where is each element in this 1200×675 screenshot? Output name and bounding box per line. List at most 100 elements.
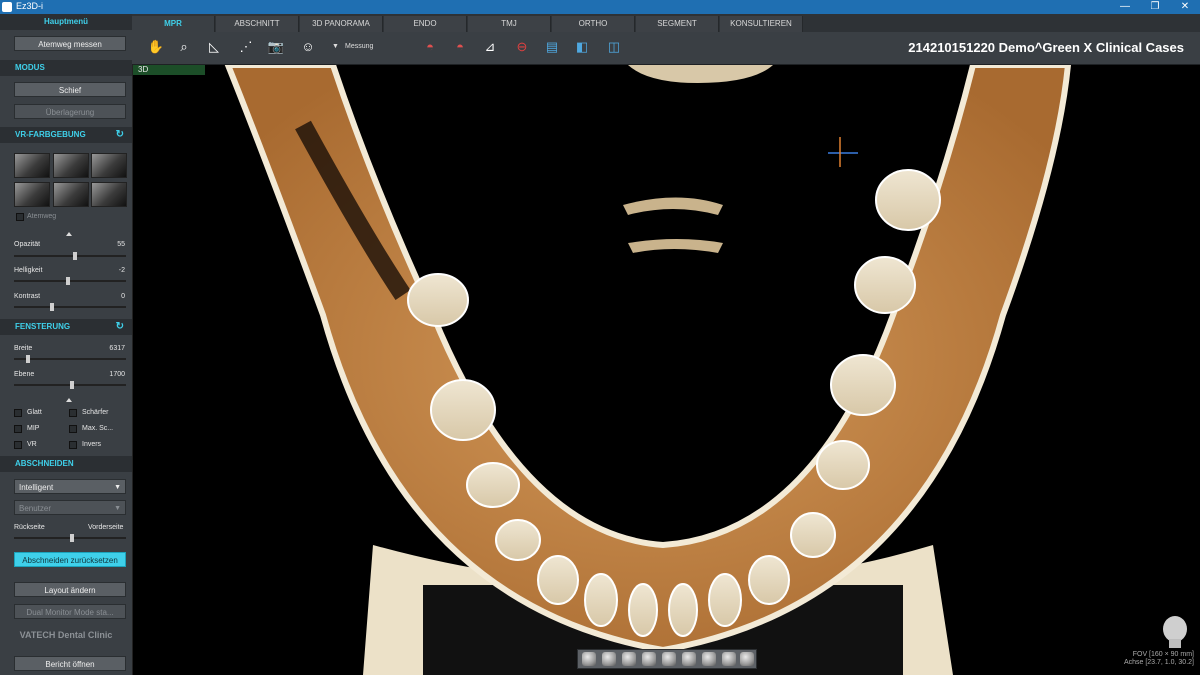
view-reset-icon[interactable]	[722, 652, 736, 666]
invert-label: Invers	[82, 441, 102, 448]
skull-preset-icon[interactable]	[14, 153, 50, 178]
view-right-icon[interactable]	[642, 652, 656, 666]
3d-viewport[interactable]: 3D FOV [160 × 90 mm] Achse [23.7, 1.0, 3…	[133, 65, 1200, 675]
max-sc-checkbox[interactable]	[69, 425, 77, 433]
title-bar: Ez3D-i — ❐ ✕	[0, 0, 1200, 14]
opacity-slider-thumb[interactable]	[73, 252, 78, 260]
tab-ortho[interactable]: ORTHO	[552, 16, 635, 32]
polyline-icon[interactable]: ⋰	[236, 38, 256, 56]
angle-icon[interactable]: ◺	[204, 38, 224, 56]
airway-checkbox[interactable]	[16, 213, 24, 221]
cross-section-icon[interactable]: ◧	[572, 38, 592, 56]
volume-icon[interactable]: ◫	[604, 38, 624, 56]
back-label: Rückseite	[14, 524, 45, 531]
view-left-icon[interactable]	[622, 652, 636, 666]
panorama-icon[interactable]: ▤	[542, 38, 562, 56]
oblique-button[interactable]: Schief	[14, 82, 126, 97]
measure-angle-icon[interactable]: ⊿	[480, 38, 500, 56]
axis-line: Achse [23.7, 1.0, 30.2]	[1123, 659, 1194, 666]
muscle-preset-icon[interactable]	[53, 182, 89, 207]
gear-preset-icon[interactable]	[91, 182, 127, 207]
soft-tissue-preset-icon[interactable]	[14, 182, 50, 207]
vr-label: VR	[27, 441, 37, 448]
smooth-label: Glatt	[27, 409, 42, 416]
front-label: Vorderseite	[88, 524, 124, 531]
level-slider-thumb[interactable]	[70, 381, 75, 389]
skull-arc-red-icon[interactable]: ◓	[450, 38, 470, 56]
skull-arc-icon[interactable]: ◓	[420, 38, 440, 56]
clip-user-dropdown[interactable]: Benutzer ▼	[14, 500, 126, 515]
reset-clipping-button[interactable]: Abschneiden zurücksetzen	[14, 552, 126, 567]
clip-mode-dropdown[interactable]: Intelligent ▼	[14, 479, 126, 494]
head-orientation-icon[interactable]	[1160, 615, 1190, 649]
width-slider-thumb[interactable]	[25, 355, 30, 363]
opacity-value: 55	[117, 241, 125, 248]
close-button[interactable]: ✕	[1170, 0, 1200, 14]
tab-3d-panorama[interactable]: 3D PANORAMA	[300, 16, 383, 32]
width-label: Breite	[14, 345, 33, 352]
contrast-slider-thumb[interactable]	[49, 303, 54, 311]
hyoid-bone	[623, 197, 723, 215]
annotate-icon[interactable]: ☺	[298, 38, 318, 56]
brightness-label: Helligkeit	[14, 267, 43, 274]
brightness-value: -2	[118, 267, 125, 274]
airway-measure-button[interactable]: Atemweg messen	[14, 36, 126, 51]
magnifier-icon[interactable]: ⌕	[174, 38, 194, 56]
main-menu-header[interactable]: Hauptmenü	[0, 14, 132, 30]
opacity-label: Opazität	[14, 241, 41, 248]
level-slider[interactable]	[14, 381, 126, 389]
view-front-icon[interactable]	[582, 652, 596, 666]
tab-section[interactable]: ABSCHNITT	[216, 16, 299, 32]
brightness-slider-thumb[interactable]	[65, 277, 70, 285]
refresh-icon[interactable]: ↻	[116, 127, 124, 143]
minimize-button[interactable]: —	[1110, 0, 1140, 14]
vr-checkbox[interactable]	[14, 441, 22, 449]
open-report-button[interactable]: Bericht öffnen	[14, 656, 126, 671]
hyoid-bone-lower	[628, 239, 723, 253]
collapse-up-icon[interactable]	[66, 232, 72, 236]
clip-slider[interactable]	[14, 534, 126, 542]
maximize-button[interactable]: ❐	[1140, 0, 1170, 14]
camera-icon[interactable]: 📷	[266, 38, 286, 56]
fov-line: FOV [160 × 90 mm]	[1132, 651, 1194, 658]
clip-mode-value: Intelligent	[19, 483, 54, 492]
contrast-slider[interactable]	[14, 303, 126, 311]
clip-slider-thumb[interactable]	[70, 534, 75, 542]
sharpen-checkbox[interactable]	[69, 409, 77, 417]
mip-checkbox[interactable]	[14, 425, 22, 433]
dual-monitor-button[interactable]: Dual Monitor Mode sta...	[14, 604, 126, 619]
tab-mpr[interactable]: MPR	[132, 16, 215, 32]
invert-checkbox[interactable]	[69, 441, 77, 449]
tab-consult[interactable]: KONSULTIEREN	[720, 16, 803, 32]
clipping-header: ABSCHNEIDEN	[0, 456, 132, 472]
view-bottom-icon[interactable]	[682, 652, 696, 666]
max-sc-label: Max. Sc...	[82, 425, 114, 432]
measure-label[interactable]: Messung	[345, 43, 373, 50]
upper-skull-fragment	[628, 65, 773, 83]
measure-dropdown-icon[interactable]: ▼	[332, 43, 339, 50]
change-layout-button[interactable]: Layout ändern	[14, 582, 126, 597]
smooth-checkbox[interactable]	[14, 409, 22, 417]
view-rotate-icon[interactable]	[740, 652, 754, 666]
clip-user-value: Benutzer	[19, 504, 52, 513]
bone-preset-icon[interactable]	[91, 153, 127, 178]
view-back-icon[interactable]	[602, 652, 616, 666]
window-title: Ez3D-i	[16, 1, 44, 11]
width-slider[interactable]	[14, 355, 126, 363]
collapse-up-icon[interactable]	[66, 398, 72, 402]
overlay-button[interactable]: Überlagerung	[14, 104, 126, 119]
toolbar: ✋ ⌕ ◺ ⋰ 📷 ☺ ▼ Messung ◓ ◓ ⊿ ⊖ ▤ ◧ ◫ 2142…	[132, 32, 1200, 65]
tab-tmj[interactable]: TMJ	[468, 16, 551, 32]
view-top-icon[interactable]	[662, 652, 676, 666]
face-preset-icon[interactable]	[53, 153, 89, 178]
hand-icon[interactable]: ✋	[146, 38, 166, 56]
refresh-icon[interactable]: ↻	[116, 319, 124, 335]
tab-segment[interactable]: SEGMENT	[636, 16, 719, 32]
sharpen-label: Schärfer	[82, 409, 109, 416]
level-label: Ebene	[14, 371, 35, 378]
view-oblique-icon[interactable]	[702, 652, 716, 666]
stop-icon[interactable]: ⊖	[512, 38, 532, 56]
opacity-slider[interactable]	[14, 252, 126, 260]
brightness-slider[interactable]	[14, 277, 126, 285]
tab-endo[interactable]: ENDO	[384, 16, 467, 32]
